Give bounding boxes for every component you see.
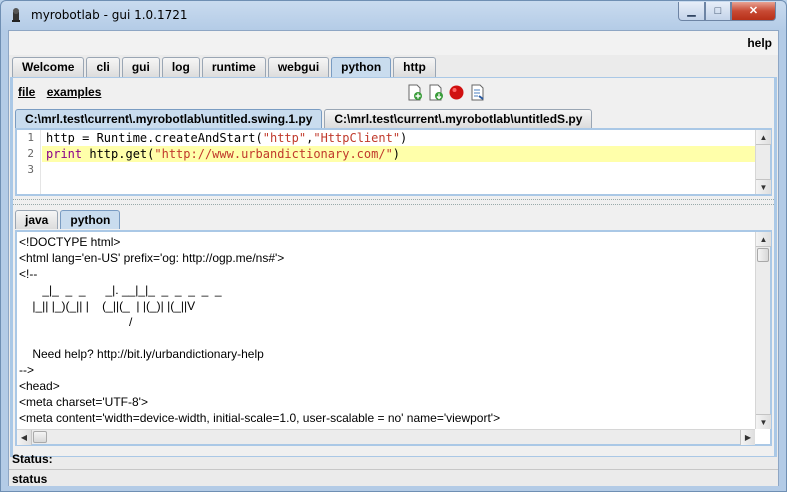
stop-icon[interactable]: [448, 84, 465, 101]
new-script-icon[interactable]: [406, 84, 423, 101]
code-line-current: print http.get("http://www.urbandictiona…: [42, 146, 757, 162]
tab-java[interactable]: java: [15, 210, 59, 229]
python-panel: file examples C:\mrl.test\current\.myrob…: [10, 77, 777, 457]
window-title: myrobotlab - gui 1.0.1721: [31, 8, 188, 22]
code-line: http = Runtime.createAndStart("http","Ht…: [42, 130, 757, 146]
title-bar[interactable]: myrobotlab - gui 1.0.1721 ▁ □ ✕: [1, 1, 786, 29]
menu-file[interactable]: file: [18, 85, 35, 99]
tab-webgui[interactable]: webgui: [267, 57, 330, 77]
console-text: <!DOCTYPE html> <html lang='en-US' prefi…: [19, 234, 757, 429]
service-tabs: Welcome cli gui log runtime webgui pytho…: [12, 57, 438, 78]
minimize-button[interactable]: ▁: [678, 2, 705, 21]
console-line: Need help? http://bit.ly/urbandictionary…: [19, 347, 264, 361]
menu-bar: help: [9, 31, 778, 55]
scroll-left-icon[interactable]: ◀: [17, 430, 32, 445]
console-line: |_|| |_)(_|| | (_||(_ | |(_)| |(_||V: [19, 299, 196, 313]
line-number-gutter: 1 2 3: [17, 130, 41, 194]
code-token: ): [400, 131, 408, 145]
console-hscrollbar[interactable]: ◀ ▶: [17, 429, 755, 445]
python-menu: file examples: [18, 85, 109, 99]
console-line: <!--: [19, 267, 38, 281]
status-label: Status:: [12, 452, 53, 466]
scroll-thumb[interactable]: [33, 431, 47, 443]
code-editor[interactable]: 1 2 3 http = Runtime.createAndStart("htt…: [15, 128, 772, 196]
console-line: <meta charset='UTF-8'>: [19, 395, 148, 409]
python-toolbar: [406, 84, 490, 101]
console-line: <!DOCTYPE html>: [19, 235, 121, 249]
code-text[interactable]: http = Runtime.createAndStart("http","Ht…: [42, 130, 757, 194]
scroll-down-icon[interactable]: ▼: [756, 179, 771, 194]
tab-python[interactable]: python: [331, 57, 392, 78]
tab-welcome[interactable]: Welcome: [12, 57, 85, 77]
menu-help[interactable]: help: [747, 36, 772, 50]
file-tab-untitled-swing[interactable]: C:\mrl.test\current\.myrobotlab\untitled…: [15, 109, 323, 128]
code-string: "http": [262, 131, 307, 145]
close-button[interactable]: ✕: [731, 2, 776, 21]
tab-cli[interactable]: cli: [86, 57, 120, 77]
tab-http[interactable]: http: [393, 57, 436, 77]
editor-scrollbar[interactable]: ▲ ▼: [755, 130, 771, 194]
code-token: http.get(: [82, 147, 155, 161]
output-console[interactable]: <!DOCTYPE html> <html lang='en-US' prefi…: [15, 230, 772, 446]
code-string: "HttpClient": [313, 131, 401, 145]
menu-examples[interactable]: examples: [47, 85, 102, 99]
app-window: myrobotlab - gui 1.0.1721 ▁ □ ✕ help Wel…: [0, 0, 787, 492]
console-line: -->: [19, 363, 34, 377]
tab-log[interactable]: log: [161, 57, 200, 77]
console-line: /: [19, 315, 133, 329]
status-text: status: [12, 472, 48, 486]
open-script-icon[interactable]: [427, 84, 444, 101]
file-tab-untitled-s[interactable]: C:\mrl.test\current\.myrobotlab\untitled…: [324, 109, 593, 128]
tab-runtime[interactable]: runtime: [201, 57, 266, 77]
scroll-thumb[interactable]: [757, 248, 769, 262]
split-pane-divider[interactable]: [13, 199, 774, 205]
console-line: <head>: [19, 379, 60, 393]
tab-python-output[interactable]: python: [60, 210, 121, 229]
tab-gui[interactable]: gui: [121, 57, 160, 77]
output-tabs: java python: [15, 210, 122, 230]
scroll-right-icon[interactable]: ▶: [740, 430, 755, 445]
console-line: <html lang='en-US' prefix='og: http://og…: [19, 251, 285, 265]
console-vscrollbar[interactable]: ▲ ▼: [755, 232, 771, 429]
scroll-up-icon[interactable]: ▲: [756, 130, 771, 145]
maximize-button[interactable]: □: [705, 2, 731, 21]
line-number: 3: [27, 163, 34, 176]
code-keyword: print: [46, 147, 83, 161]
scroll-up-icon[interactable]: ▲: [756, 232, 771, 247]
code-token: ): [392, 147, 401, 161]
console-line: _|_ _ _ _|. __|_|_ _ _ _ _ _: [19, 283, 222, 297]
code-token: http = Runtime.createAndStart(: [46, 131, 263, 145]
code-string: "http://www.urbandictionary.com/": [154, 147, 393, 161]
line-number: 1: [27, 131, 34, 144]
status-bar: status: [9, 469, 778, 486]
file-tabs: C:\mrl.test\current\.myrobotlab\untitled…: [15, 109, 594, 128]
app-icon: [12, 8, 20, 22]
execute-icon[interactable]: [469, 84, 486, 101]
scroll-down-icon[interactable]: ▼: [756, 414, 771, 429]
console-line: <meta content='width=device-width, initi…: [19, 411, 501, 425]
line-number: 2: [27, 147, 34, 160]
client-area: help Welcome cli gui log runtime webgui …: [8, 30, 779, 486]
